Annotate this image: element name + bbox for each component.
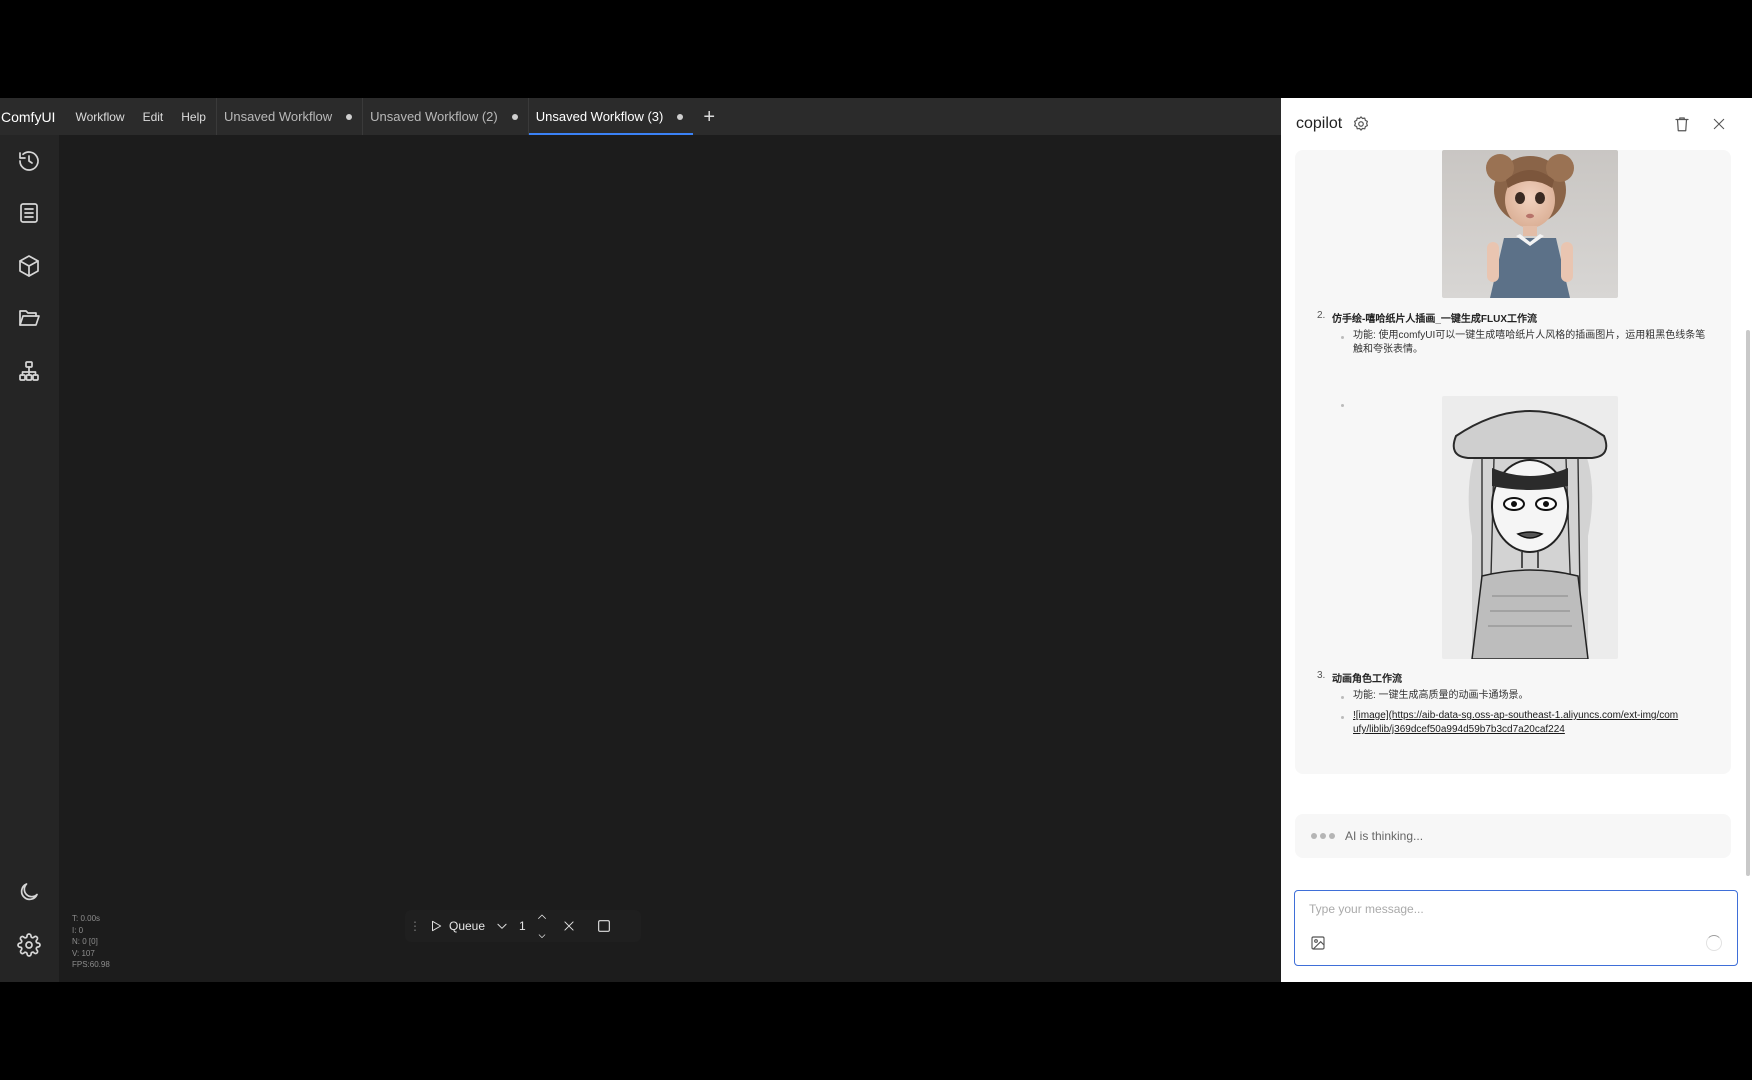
workflows-folder-icon[interactable] xyxy=(14,303,44,333)
drag-handle-icon[interactable]: ⋮ xyxy=(409,919,421,933)
decrement-chevron-down-icon[interactable] xyxy=(537,931,547,941)
tab-unsaved-workflow-2[interactable]: Unsaved Workflow (2) xyxy=(363,98,528,135)
stop-square-icon[interactable] xyxy=(596,918,612,934)
thinking-dot-icon xyxy=(1329,833,1335,839)
menu-edit[interactable]: Edit xyxy=(143,110,164,124)
tab-label: Unsaved Workflow (2) xyxy=(370,109,498,124)
workflow-title: 动画角色工作流 xyxy=(1332,674,1402,685)
canvas-stats: T: 0.00s I: 0 N: 0 [0] V: 107 FPS:60.98 xyxy=(72,913,110,971)
left-sidebar xyxy=(0,135,59,982)
tab-unsaved-workflow[interactable]: Unsaved Workflow xyxy=(217,98,362,135)
copilot-title: copilot xyxy=(1296,115,1343,132)
add-tab-plus-icon[interactable]: + xyxy=(703,107,715,127)
thinking-dot-icon xyxy=(1320,833,1326,839)
unsaved-dot-icon xyxy=(346,113,353,120)
stat-nodes: N: 0 [0] xyxy=(72,937,98,946)
list-number: 3. xyxy=(1317,670,1326,681)
list-number: 2. xyxy=(1317,310,1326,321)
thinking-text: AI is thinking... xyxy=(1345,829,1424,843)
assistant-message: 2. 仿手绘-嘻哈纸片人插画_一键生成FLUX工作流 功能: 使用comfyUI… xyxy=(1295,150,1731,774)
chat-scrollbar[interactable] xyxy=(1746,330,1750,876)
doll-girl-image xyxy=(1442,150,1618,298)
stat-i: I: 0 xyxy=(72,925,84,935)
close-panel-icon[interactable] xyxy=(1711,116,1727,132)
copilot-panel: copilot 2. 仿手绘-嘻哈纸片人插画_一键生成FLUX工作流 功能: 使… xyxy=(1281,98,1752,982)
copilot-header: copilot xyxy=(1281,98,1752,150)
thinking-dot-icon xyxy=(1311,833,1317,839)
unsaved-dot-icon xyxy=(677,113,684,120)
tab-label: Unsaved Workflow (3) xyxy=(535,109,664,124)
tab-label: Unsaved Workflow xyxy=(223,109,333,124)
bullet xyxy=(1341,336,1344,339)
stat-fps: FPS:60.98 xyxy=(72,960,110,969)
app-window: ComfyUI Workflow Edit Help Unsaved Workf… xyxy=(0,98,1752,982)
queue-button[interactable]: Queue xyxy=(429,919,485,933)
workflow-title: 仿手绘-嘻哈纸片人插画_一键生成FLUX工作流 xyxy=(1332,314,1537,325)
theme-moon-icon[interactable] xyxy=(14,877,44,907)
menu-help[interactable]: Help xyxy=(181,110,206,124)
batch-count-stepper xyxy=(536,911,548,941)
sketch-girl-image xyxy=(1442,396,1618,659)
stat-v: V: 107 xyxy=(72,948,95,958)
top-menu-bar: ComfyUI Workflow Edit Help Unsaved Workf… xyxy=(0,98,1281,135)
stat-time: T: 0.00s xyxy=(72,914,101,923)
history-icon[interactable] xyxy=(14,146,44,176)
unsaved-dot-icon xyxy=(511,113,518,120)
bullet xyxy=(1341,716,1344,719)
ai-thinking-indicator: AI is thinking... xyxy=(1295,814,1731,858)
chat-messages[interactable]: 2. 仿手绘-嘻哈纸片人插画_一键生成FLUX工作流 功能: 使用comfyUI… xyxy=(1281,150,1752,892)
queue-options-chevron-down-icon[interactable] xyxy=(495,919,509,933)
queue-toolbar: ⋮ Queue 1 xyxy=(405,910,641,942)
loading-spinner-icon xyxy=(1706,935,1722,951)
comfyui-editor: ComfyUI Workflow Edit Help Unsaved Workf… xyxy=(0,98,1281,982)
workflow-description: 功能: 一键生成高质量的动画卡通场景。 xyxy=(1353,690,1529,701)
queue-list-icon[interactable] xyxy=(14,198,44,228)
menu-workflow[interactable]: Workflow xyxy=(75,110,124,124)
copilot-settings-gear-icon[interactable] xyxy=(1352,115,1370,133)
app-logo: ComfyUI xyxy=(1,108,56,125)
image-link[interactable]: ![image](https://aib-data-sg.oss-ap-sout… xyxy=(1353,709,1683,737)
settings-gear-icon[interactable] xyxy=(14,930,44,960)
batch-count-input[interactable]: 1 xyxy=(519,919,526,933)
upload-image-icon[interactable] xyxy=(1310,935,1326,951)
graph-canvas[interactable] xyxy=(59,135,1281,982)
increment-chevron-up-icon[interactable] xyxy=(536,911,548,923)
message-input[interactable] xyxy=(1307,897,1721,921)
model-cube-icon[interactable] xyxy=(14,251,44,281)
tab-unsaved-workflow-3[interactable]: Unsaved Workflow (3) xyxy=(528,98,694,135)
clear-trash-icon[interactable] xyxy=(1673,115,1691,133)
message-composer xyxy=(1294,890,1738,966)
play-icon xyxy=(432,920,442,932)
node-library-icon[interactable] xyxy=(14,356,44,386)
workflow-description: 功能: 使用comfyUI可以一键生成嘻哈纸片人风格的插画图片，运用粗黑色线条笔… xyxy=(1353,330,1706,355)
bullet xyxy=(1341,696,1344,699)
bullet xyxy=(1341,404,1344,407)
cancel-close-icon[interactable] xyxy=(562,919,576,933)
queue-label: Queue xyxy=(449,919,486,933)
